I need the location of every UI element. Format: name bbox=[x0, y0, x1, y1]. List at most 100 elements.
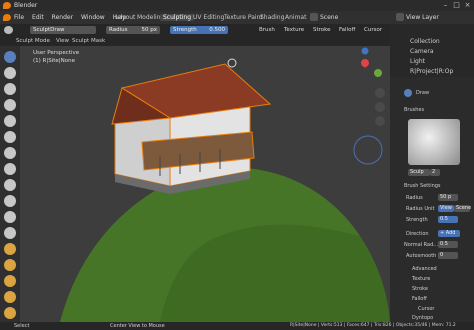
navigation-gizmo bbox=[361, 47, 382, 77]
grab-brush-tool[interactable] bbox=[4, 243, 16, 255]
draw-tool-icon bbox=[404, 89, 412, 97]
brushes-panel-label[interactable]: Brushes bbox=[404, 107, 424, 113]
zoom-icon[interactable] bbox=[375, 102, 385, 112]
strength-label: Strength bbox=[173, 27, 197, 33]
mode-header: Sculpt Mode View Sculpt Mask bbox=[0, 36, 390, 46]
view-layer-name[interactable]: View Layer bbox=[406, 14, 439, 21]
clay-brush-tool[interactable] bbox=[4, 67, 16, 79]
falloff-subpanel[interactable]: Falloff bbox=[412, 296, 427, 302]
status-bar: Select Center View to Mouse R|Site|None … bbox=[0, 322, 474, 330]
3d-cursor bbox=[227, 58, 237, 68]
strength-setting-field[interactable]: 0.5 bbox=[438, 216, 458, 223]
close-button[interactable]: × bbox=[462, 1, 473, 10]
outliner-item-collection[interactable]: Collection bbox=[410, 38, 453, 45]
texture-subpanel[interactable]: Texture bbox=[412, 276, 430, 282]
menu-window[interactable]: Window bbox=[81, 14, 105, 21]
menu-file[interactable]: File bbox=[14, 14, 24, 21]
radius-value: 50 px bbox=[141, 27, 158, 33]
title-bar: Blender – □ × bbox=[0, 0, 474, 11]
status-stats: R|Site|None | Verts:513 | Faces:647 | Tr… bbox=[290, 323, 456, 328]
stroke-menu[interactable]: Stroke bbox=[313, 26, 331, 34]
flatten-brush-tool[interactable] bbox=[4, 179, 16, 191]
house-model bbox=[111, 63, 272, 194]
cursor-menu[interactable]: Cursor bbox=[364, 26, 382, 34]
normal-radius-label: Normal Rad... bbox=[404, 242, 439, 248]
top-menu-bar: File Edit Render Window Help Layout Mode… bbox=[0, 11, 474, 24]
advanced-subpanel[interactable]: Advanced bbox=[412, 266, 437, 272]
autosmooth-field[interactable]: 0 bbox=[438, 252, 458, 259]
strength-setting-label: Strength bbox=[406, 217, 428, 223]
direction-label: Direction bbox=[406, 231, 429, 237]
thumb-brush-tool[interactable] bbox=[4, 275, 16, 287]
layer-brush-tool[interactable] bbox=[4, 99, 16, 111]
window-title: Blender bbox=[14, 2, 38, 9]
smooth-brush-tool[interactable] bbox=[4, 163, 16, 175]
radius-setting-label: Radius bbox=[406, 195, 423, 201]
radius-label: Radius bbox=[109, 27, 128, 33]
camera-view-icon[interactable] bbox=[375, 116, 385, 126]
mode-selector[interactable]: Sculpt Mode bbox=[16, 38, 50, 44]
brush-user-count[interactable]: 2 bbox=[430, 169, 440, 176]
dyntopo-subpanel[interactable]: Dyntopo bbox=[412, 315, 433, 321]
outliner-item-light[interactable]: Light bbox=[410, 58, 453, 65]
autosmooth-label: Autosmooth bbox=[406, 253, 437, 259]
outliner-item-project[interactable]: R|Project|R:Op bbox=[410, 68, 453, 75]
direction-add-button[interactable]: + Add bbox=[438, 230, 460, 237]
strength-value: 0.500 bbox=[209, 27, 225, 33]
brush-selector[interactable]: SculptDraw bbox=[30, 26, 96, 34]
3d-viewport[interactable]: User Perspective (1) R|Site|None bbox=[20, 46, 390, 322]
brush-icon[interactable] bbox=[4, 26, 13, 34]
inflate-brush-tool[interactable] bbox=[4, 115, 16, 127]
workspace-tab-animation[interactable]: Animat bbox=[282, 14, 309, 21]
tool-header: SculptDraw Radius 50 px Strength 0.500 B… bbox=[0, 24, 390, 36]
brush-settings-label[interactable]: Brush Settings bbox=[404, 183, 441, 189]
minimize-button[interactable]: – bbox=[440, 1, 451, 10]
strength-field[interactable]: Strength 0.500 bbox=[170, 26, 228, 34]
status-select: Select bbox=[14, 323, 30, 329]
scrape-brush-tool[interactable] bbox=[4, 211, 16, 223]
brush-menu[interactable]: Brush bbox=[259, 26, 275, 34]
sculpt-toolbar bbox=[0, 46, 20, 322]
radius-unit-label: Radius Unit bbox=[406, 206, 435, 212]
properties-panel: Draw Brushes Sculp 2 Brush Settings Radi… bbox=[390, 77, 474, 322]
blender-menu-icon[interactable] bbox=[3, 14, 11, 21]
scene-icon[interactable] bbox=[310, 13, 318, 21]
scene-canvas bbox=[60, 47, 390, 322]
sculpt-menu[interactable]: Sculpt bbox=[72, 38, 89, 44]
brush-preview[interactable] bbox=[408, 119, 460, 165]
menu-edit[interactable]: Edit bbox=[32, 14, 44, 21]
radius-unit-view[interactable]: View bbox=[438, 205, 454, 212]
rotate-brush-tool[interactable] bbox=[4, 307, 16, 319]
scene-name[interactable]: Scene bbox=[320, 14, 338, 21]
view-layer-icon[interactable] bbox=[396, 13, 404, 21]
clay-strips-tool[interactable] bbox=[4, 83, 16, 95]
pinch-brush-tool[interactable] bbox=[4, 227, 16, 239]
menu-render[interactable]: Render bbox=[52, 14, 73, 21]
snake-hook-tool[interactable] bbox=[4, 259, 16, 271]
radius-unit-scene[interactable]: Scene bbox=[454, 205, 471, 212]
radius-setting-field[interactable]: 50 p bbox=[438, 194, 458, 201]
pan-icon[interactable] bbox=[375, 88, 385, 98]
radius-field[interactable]: Radius 50 px bbox=[106, 26, 160, 34]
normal-radius-field[interactable]: 0.5 bbox=[438, 241, 458, 248]
falloff-menu[interactable]: Falloff bbox=[339, 26, 355, 34]
view-menu[interactable]: View bbox=[56, 38, 69, 44]
texture-menu[interactable]: Texture bbox=[284, 26, 304, 34]
nudge-brush-tool[interactable] bbox=[4, 291, 16, 303]
workspace-tab-sculpting[interactable]: Sculpting bbox=[160, 14, 195, 21]
cursor-subpanel[interactable]: Cursor bbox=[418, 306, 434, 312]
maximize-button[interactable]: □ bbox=[451, 1, 462, 10]
fill-brush-tool[interactable] bbox=[4, 195, 16, 207]
outliner-item-camera[interactable]: Camera bbox=[410, 48, 453, 55]
brush-name-field[interactable]: Sculp bbox=[408, 169, 430, 176]
blender-logo-icon bbox=[3, 2, 11, 9]
blob-brush-tool[interactable] bbox=[4, 131, 16, 143]
status-center-view: Center View to Mouse bbox=[110, 323, 165, 329]
brush-cursor bbox=[353, 135, 383, 165]
mask-menu[interactable]: Mask bbox=[91, 38, 105, 44]
outliner: Collection Camera Light R|Project|R:Op bbox=[390, 24, 474, 77]
draw-brush-tool[interactable] bbox=[4, 51, 16, 63]
active-tool-name: Draw bbox=[416, 90, 430, 96]
crease-brush-tool[interactable] bbox=[4, 147, 16, 159]
stroke-subpanel[interactable]: Stroke bbox=[412, 286, 428, 292]
